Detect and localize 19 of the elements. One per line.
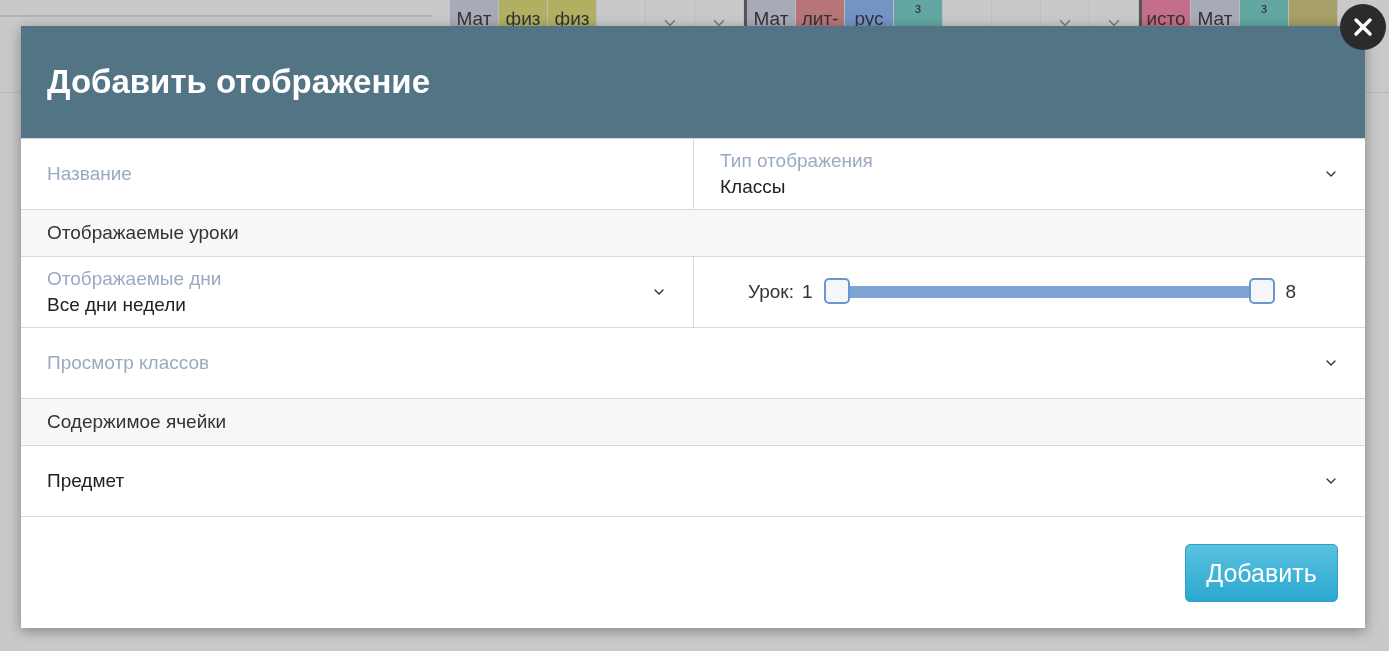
close-button[interactable] — [1340, 4, 1386, 50]
select-field[interactable]: Отображаемые дни Все дни недели — [21, 257, 693, 327]
field-value: Предмет — [47, 469, 126, 493]
field-label: Тип отображения — [720, 149, 874, 173]
field-value: Все дни недели — [47, 293, 187, 317]
dialog-title: Добавить отображение — [47, 63, 430, 101]
lesson-label: Урок: — [748, 281, 794, 303]
slider-handle[interactable] — [1248, 278, 1275, 304]
field-placeholder: Просмотр классов — [47, 351, 211, 375]
range-min: 1 — [801, 281, 813, 303]
select-field[interactable]: Предмет — [21, 446, 1365, 516]
select-field[interactable]: Тип отображения Классы — [694, 139, 1365, 209]
field-label: Отображаемые дни — [47, 267, 223, 291]
field-value: Классы — [720, 175, 787, 199]
range-max: 8 — [1285, 281, 1297, 303]
section-heading: Содержимое ячейки — [46, 411, 227, 433]
name-field[interactable]: Название — [47, 139, 693, 209]
slider-handle[interactable] — [823, 278, 850, 304]
section-heading: Отображаемые уроки — [46, 222, 239, 244]
